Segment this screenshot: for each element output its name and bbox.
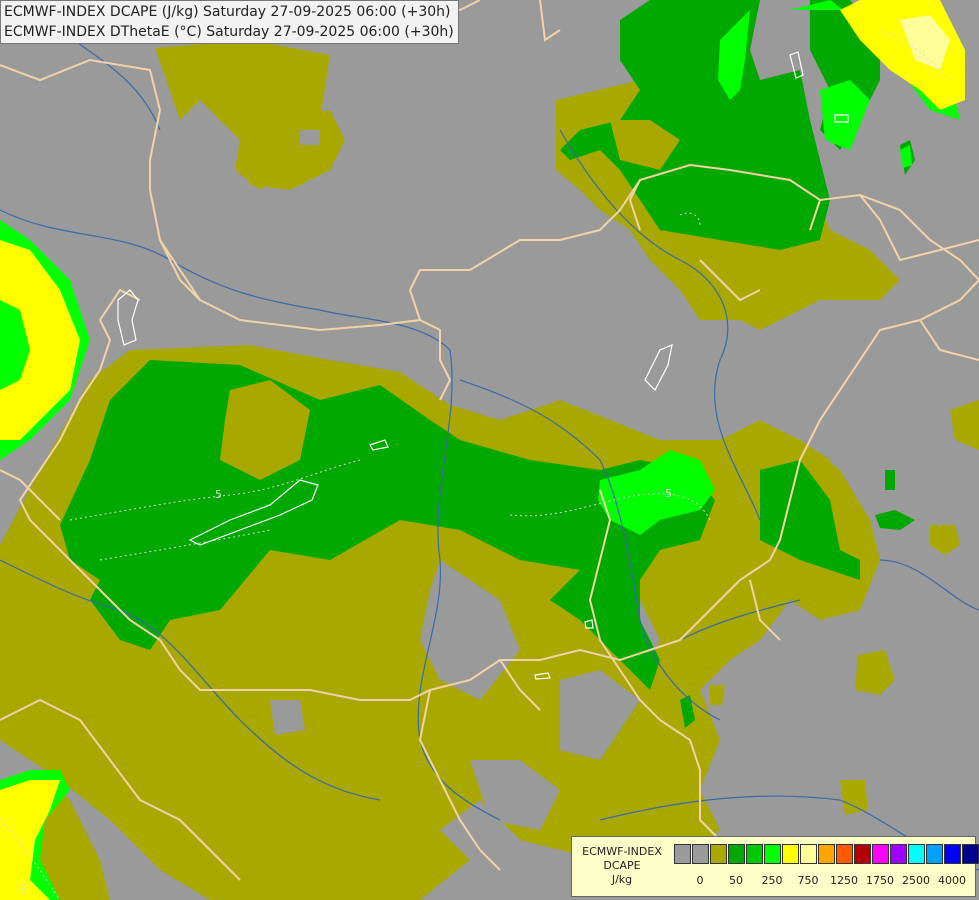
map-title-box: ECMWF-INDEX DCAPE (J/kg) Saturday 27-09-… bbox=[0, 0, 459, 44]
legend-tick-label: 0 bbox=[696, 874, 704, 887]
contour-label: 5 bbox=[215, 488, 222, 501]
legend-swatch bbox=[692, 844, 709, 864]
contour-label: 5 bbox=[20, 883, 27, 896]
contour-label: 5 bbox=[665, 487, 672, 500]
legend-swatch bbox=[710, 844, 727, 864]
legend-tick-label: 250 bbox=[761, 874, 783, 887]
legend-tick-label: 1750 bbox=[866, 874, 894, 887]
legend-unit: J/kg bbox=[611, 873, 633, 886]
color-legend: ECMWF-INDEX DCAPE J/kg 0 50 250 750 1250 1750… bbox=[571, 836, 979, 897]
legend-tick-label: 50 bbox=[729, 874, 743, 887]
legend-parameter: DCAPE bbox=[603, 859, 641, 872]
title-line-dthetae: ECMWF-INDEX DThetaE (°C) Saturday 27-09-… bbox=[4, 24, 454, 40]
legend-swatch bbox=[854, 844, 871, 864]
legend-tick-label: 1250 bbox=[830, 874, 858, 887]
legend-swatch bbox=[890, 844, 907, 864]
legend-label: ECMWF-INDEX DCAPE J/kg bbox=[576, 845, 668, 887]
map-canvas: 5 5 5 bbox=[0, 0, 979, 900]
legend-swatch bbox=[908, 844, 925, 864]
legend-swatch bbox=[962, 844, 979, 864]
legend-swatch bbox=[836, 844, 853, 864]
legend-swatch bbox=[944, 844, 961, 864]
legend-tick-label: 750 bbox=[797, 874, 819, 887]
legend-swatch bbox=[764, 844, 781, 864]
legend-swatch bbox=[800, 844, 817, 864]
legend-tick-label: 4000 bbox=[938, 874, 966, 887]
legend-swatch bbox=[872, 844, 889, 864]
legend-swatch bbox=[746, 844, 763, 864]
legend-ticks: 0 50 250 750 1250 1750 2500 4000 bbox=[674, 874, 974, 888]
weather-map: 5 5 5 ECMWF-INDEX DCAPE (J/kg) Saturday … bbox=[0, 0, 979, 900]
legend-swatches bbox=[674, 844, 979, 866]
legend-source: ECMWF-INDEX bbox=[582, 845, 662, 858]
legend-tick-label: 2500 bbox=[902, 874, 930, 887]
legend-swatch bbox=[674, 844, 691, 864]
legend-swatch bbox=[782, 844, 799, 864]
legend-swatch bbox=[926, 844, 943, 864]
legend-swatch bbox=[728, 844, 745, 864]
title-line-dcape: ECMWF-INDEX DCAPE (J/kg) Saturday 27-09-… bbox=[4, 4, 451, 20]
legend-swatch bbox=[818, 844, 835, 864]
